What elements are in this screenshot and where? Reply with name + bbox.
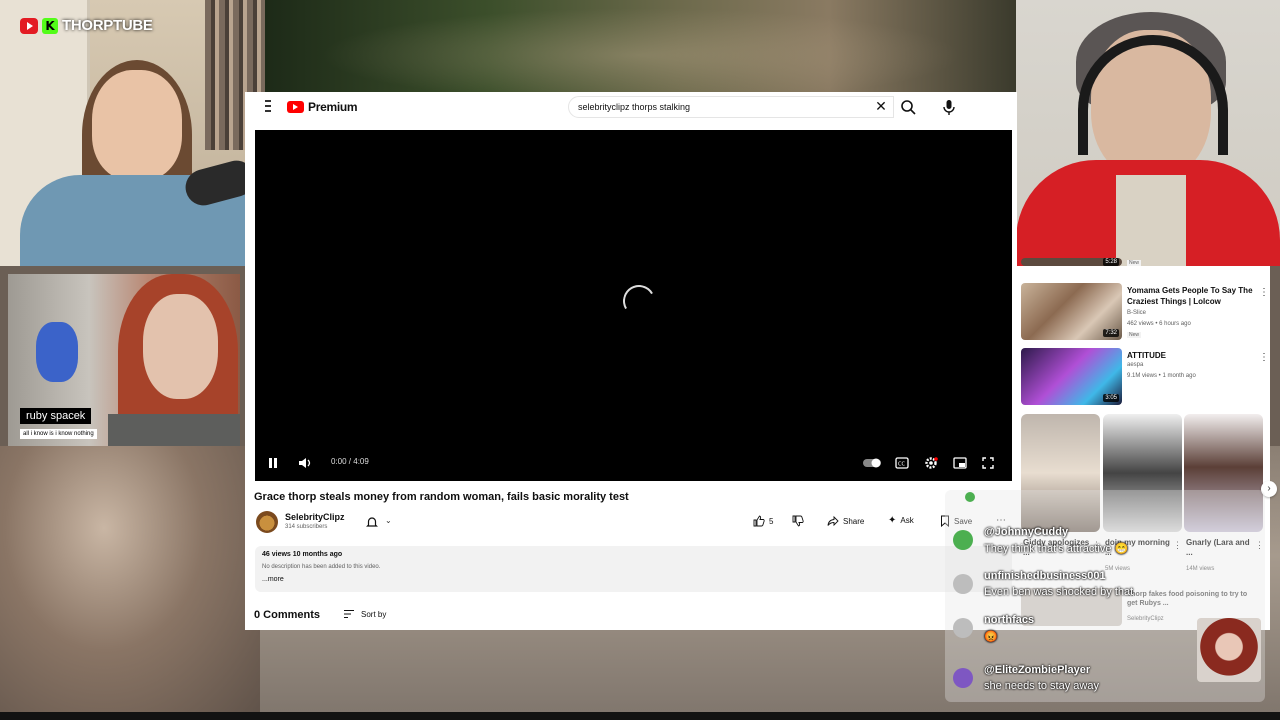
duration-badge: 5:28 xyxy=(1103,258,1119,266)
clip-overlay: ruby spacek all i know is i know nothing xyxy=(8,274,240,446)
avatar xyxy=(953,618,973,638)
recommendation-meta: 9.1M views • 1 month ago xyxy=(1127,373,1196,379)
search-input[interactable]: selebrityclipz thorps stalking xyxy=(568,96,894,118)
clip-person-top xyxy=(108,414,240,446)
avatar xyxy=(953,574,973,594)
youtube-logo-text: Premium xyxy=(308,100,358,114)
more-options-icon[interactable]: ⋮ xyxy=(1259,352,1269,363)
sort-by-button[interactable]: Sort by xyxy=(343,609,386,619)
duration-badge: 7:32 xyxy=(1103,329,1119,337)
clip-person-face xyxy=(143,294,218,399)
miniplayer-icon[interactable] xyxy=(953,457,967,469)
settings-gear-icon[interactable] xyxy=(924,456,938,470)
close-icon[interactable] xyxy=(965,492,975,502)
share-label: Share xyxy=(843,516,865,526)
microphone-icon[interactable] xyxy=(940,98,958,116)
ask-label: Ask xyxy=(900,516,914,525)
search-icon[interactable] xyxy=(899,98,917,116)
recommendation-item[interactable]: 7:32 Yomama Gets People To Say The Crazi… xyxy=(1021,283,1269,343)
pause-icon[interactable] xyxy=(267,457,279,469)
channel-avatar[interactable] xyxy=(256,511,278,533)
recommendation-channel: aespa xyxy=(1127,362,1144,368)
partial-recommendation[interactable]: 5:28 New xyxy=(1021,258,1266,270)
background-video-top xyxy=(265,0,1017,92)
description-meta: 46 views 10 months ago xyxy=(262,551,343,558)
description-box[interactable]: 46 views 10 months ago No description ha… xyxy=(255,546,1012,592)
chat-username: northfacs xyxy=(984,614,1035,626)
player-controls: 0:00 / 4:09 CC xyxy=(255,445,1012,481)
channel-subscribers: 314 subscribers xyxy=(285,524,328,530)
thumbs-up-icon xyxy=(753,515,765,527)
youtube-logo-icon xyxy=(20,17,38,34)
video-player[interactable]: 0:00 / 4:09 CC xyxy=(255,130,1012,481)
comments-count: 0 Comments xyxy=(254,609,321,621)
like-button[interactable]: 5 xyxy=(753,515,773,527)
sparkle-icon: ✦ xyxy=(888,515,897,526)
recommendation-title: ATTITUDE xyxy=(1127,351,1166,360)
avatar xyxy=(953,530,973,550)
video-thumbnail: 7:32 xyxy=(1021,283,1122,340)
new-badge: New xyxy=(1127,332,1142,338)
chat-overlay: @JohnnyCuddy They think that's attractiv… xyxy=(945,490,1265,702)
more-options-icon[interactable]: ⋮ xyxy=(1259,287,1269,298)
like-count: 5 xyxy=(769,516,774,526)
chat-username: unfinishedbusiness001 xyxy=(984,570,1106,582)
chat-text: 😡 xyxy=(984,631,998,643)
sort-by-label: Sort by xyxy=(361,609,387,619)
new-badge: New xyxy=(1127,260,1142,266)
youtube-header: Premium selebrityclipz thorps stalking ✕ xyxy=(245,92,1017,122)
recommendation-title: Yomama Gets People To Say The Craziest T… xyxy=(1127,286,1253,306)
thumbs-down-icon[interactable] xyxy=(792,515,804,527)
recommendation-channel: B-Slice xyxy=(1127,310,1147,316)
youtube-play-icon xyxy=(287,101,304,113)
chat-featured-avatar xyxy=(1197,618,1261,682)
svg-text:CC: CC xyxy=(898,462,905,468)
recommendation-meta: 462 views • 6 hours ago xyxy=(1127,321,1191,327)
fullscreen-icon[interactable] xyxy=(982,457,994,469)
share-icon xyxy=(827,515,839,527)
volume-icon[interactable] xyxy=(298,457,312,469)
autoplay-toggle-icon[interactable] xyxy=(863,458,881,468)
close-icon[interactable]: ✕ xyxy=(872,97,890,115)
kick-logo-icon: K xyxy=(42,17,58,34)
video-title: Grace thorp steals money from random wom… xyxy=(254,491,629,503)
loading-spinner-icon xyxy=(619,281,659,321)
streamer-face xyxy=(92,70,182,180)
duration-badge: 3:05 xyxy=(1103,394,1119,402)
sort-icon xyxy=(344,610,354,618)
description-more-link[interactable]: ...more xyxy=(262,576,284,583)
chat-username: @EliteZombiePlayer xyxy=(984,664,1091,676)
recommendation-item[interactable]: 3:05 ATTITUDE aespa 9.1M views • 1 month… xyxy=(1021,348,1269,408)
youtube-window: Premium selebrityclipz thorps stalking ✕… xyxy=(245,92,1017,630)
chat-text: They think that's attractive 😁 xyxy=(984,543,1129,555)
captions-icon[interactable]: CC xyxy=(895,457,909,469)
chevron-down-icon[interactable]: ⌄ xyxy=(385,516,392,525)
youtube-premium-logo[interactable]: Premium xyxy=(287,100,358,114)
chat-text: she needs to stay away xyxy=(984,680,1099,692)
description-text: No description has been added to this vi… xyxy=(262,564,381,570)
share-button[interactable]: Share xyxy=(827,515,864,527)
brand-name: THORPTUBE xyxy=(62,17,153,34)
chat-username: @JohnnyCuddy xyxy=(984,526,1069,538)
webcam-left: K THORPTUBE xyxy=(0,0,265,266)
stream-brand: K THORPTUBE xyxy=(20,17,153,34)
avatar xyxy=(953,668,973,688)
time-display: 0:00 / 4:09 xyxy=(331,457,369,466)
partial-thumbnail: 5:28 xyxy=(1021,258,1122,266)
ask-button[interactable]: ✦ Ask xyxy=(888,515,914,526)
clip-background-figure xyxy=(36,322,78,382)
video-thumbnail: 3:05 xyxy=(1021,348,1122,405)
menu-icon[interactable] xyxy=(265,100,271,112)
bell-icon[interactable] xyxy=(366,516,378,528)
channel-name[interactable]: SelebrityClipz xyxy=(285,512,345,522)
chat-text: Even ben was shocked by that xyxy=(984,586,1134,598)
host-shirt xyxy=(1116,175,1186,266)
webcam-right xyxy=(1016,0,1280,266)
clip-subtag: all i know is i know nothing xyxy=(20,429,97,439)
clip-name-tag: ruby spacek xyxy=(20,408,92,424)
